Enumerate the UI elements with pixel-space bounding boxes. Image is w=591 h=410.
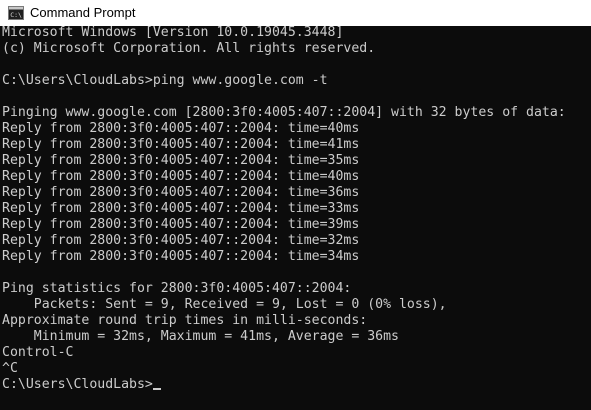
console-line: Pinging www.google.com [2800:3f0:4005:40… <box>2 105 591 121</box>
console-line: Reply from 2800:3f0:4005:407::2004: time… <box>2 137 591 153</box>
console-line-text: C:\Users\CloudLabs> <box>2 377 153 392</box>
console-line: Ping statistics for 2800:3f0:4005:407::2… <box>2 281 591 297</box>
console-line-text: Pinging www.google.com [2800:3f0:4005:40… <box>2 105 566 120</box>
text-cursor <box>152 388 161 390</box>
command-prompt-window: C:\ Command Prompt Microsoft Windows [Ve… <box>0 0 591 410</box>
command-prompt-icon: C:\ <box>8 6 24 20</box>
console-line-text: Reply from 2800:3f0:4005:407::2004: time… <box>2 249 360 264</box>
console-line: Minimum = 32ms, Maximum = 41ms, Average … <box>2 329 591 345</box>
console-line-text: ^C <box>2 361 18 376</box>
console-line-text: Reply from 2800:3f0:4005:407::2004: time… <box>2 217 360 232</box>
console-line-text: Reply from 2800:3f0:4005:407::2004: time… <box>2 153 360 168</box>
console-line: (c) Microsoft Corporation. All rights re… <box>2 41 591 57</box>
console-line: C:\Users\CloudLabs> <box>2 377 591 393</box>
console-line: Reply from 2800:3f0:4005:407::2004: time… <box>2 185 591 201</box>
console-line: Approximate round trip times in milli-se… <box>2 313 591 329</box>
console-line: Microsoft Windows [Version 10.0.19045.34… <box>2 25 591 41</box>
console-line: Packets: Sent = 9, Received = 9, Lost = … <box>2 297 591 313</box>
console-line-text: Reply from 2800:3f0:4005:407::2004: time… <box>2 121 360 136</box>
console-line-text: Approximate round trip times in milli-se… <box>2 313 368 328</box>
console-line-text: Reply from 2800:3f0:4005:407::2004: time… <box>2 169 360 184</box>
console-line-text: Microsoft Windows [Version 10.0.19045.34… <box>2 25 344 40</box>
console-line: Reply from 2800:3f0:4005:407::2004: time… <box>2 249 591 265</box>
console-line-text: (c) Microsoft Corporation. All rights re… <box>2 41 376 56</box>
console-output[interactable]: Microsoft Windows [Version 10.0.19045.34… <box>2 25 591 410</box>
console-line: Reply from 2800:3f0:4005:407::2004: time… <box>2 201 591 217</box>
console-line-text: Reply from 2800:3f0:4005:407::2004: time… <box>2 201 360 216</box>
console-line: ^C <box>2 361 591 377</box>
title-bar[interactable]: C:\ Command Prompt <box>0 0 591 26</box>
console-line-text: Reply from 2800:3f0:4005:407::2004: time… <box>2 233 360 248</box>
console-line: Reply from 2800:3f0:4005:407::2004: time… <box>2 153 591 169</box>
console-line-text: C:\Users\CloudLabs>ping www.google.com -… <box>2 73 328 88</box>
svg-text:C:\: C:\ <box>10 11 22 19</box>
console-line: Reply from 2800:3f0:4005:407::2004: time… <box>2 169 591 185</box>
console-line: Control-C <box>2 345 591 361</box>
console-line: C:\Users\CloudLabs>ping www.google.com -… <box>2 73 591 89</box>
console-line: Reply from 2800:3f0:4005:407::2004: time… <box>2 217 591 233</box>
console-line-text: Reply from 2800:3f0:4005:407::2004: time… <box>2 137 360 152</box>
console-line-text: Reply from 2800:3f0:4005:407::2004: time… <box>2 185 360 200</box>
console-line-text: Ping statistics for 2800:3f0:4005:407::2… <box>2 281 352 296</box>
console-line-text: Minimum = 32ms, Maximum = 41ms, Average … <box>2 329 399 344</box>
window-title: Command Prompt <box>30 5 136 20</box>
console-line-text: Control-C <box>2 345 74 360</box>
console-line: Reply from 2800:3f0:4005:407::2004: time… <box>2 121 591 137</box>
console-line: Reply from 2800:3f0:4005:407::2004: time… <box>2 233 591 249</box>
console-line-text: Packets: Sent = 9, Received = 9, Lost = … <box>2 297 447 312</box>
